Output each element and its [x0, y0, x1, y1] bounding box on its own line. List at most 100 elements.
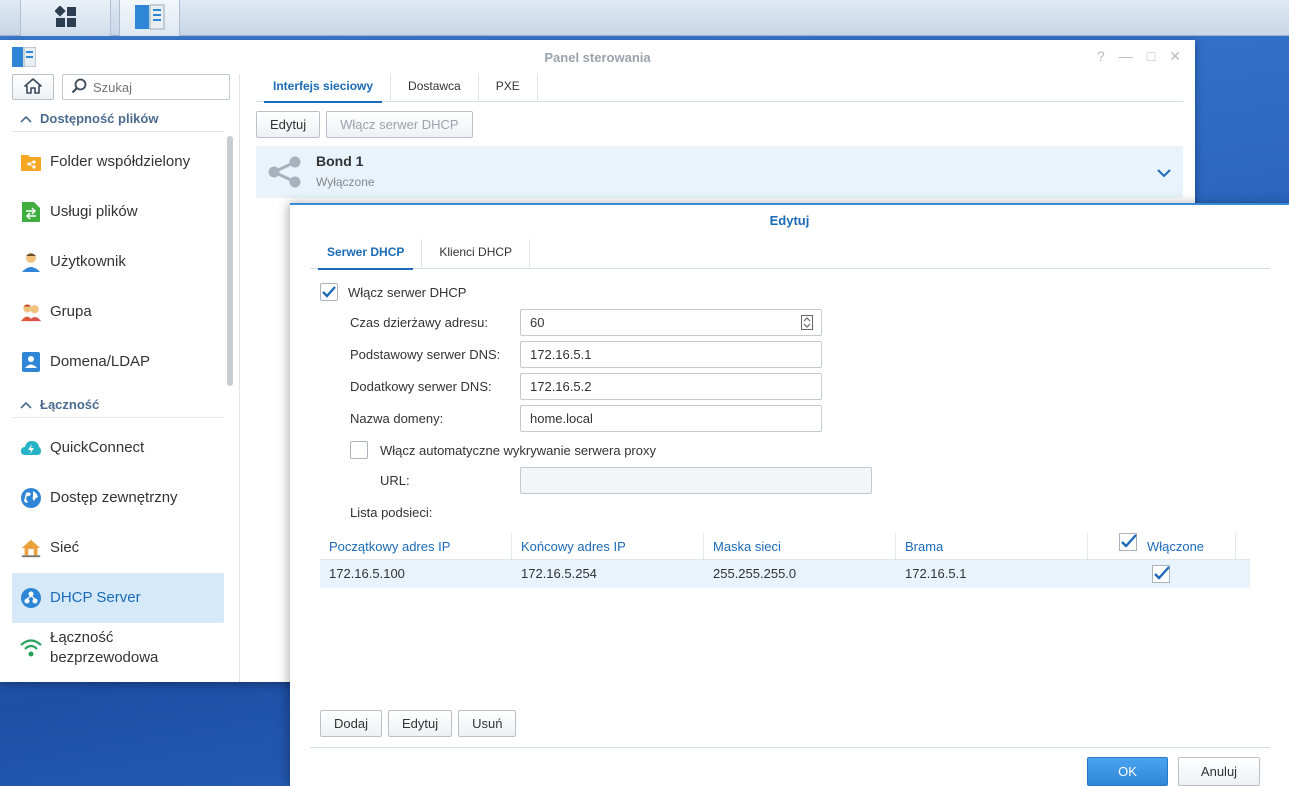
quickconnect-icon: [20, 437, 42, 459]
dialog-title: Edytuj: [769, 213, 810, 228]
url-field[interactable]: [520, 467, 872, 494]
tab-provider[interactable]: Dostawca: [391, 74, 479, 102]
control-panel-taskbar-button[interactable]: [119, 0, 180, 36]
sidebar: Dostępność plików Folder współdzielony U…: [0, 74, 240, 682]
tab-pxe[interactable]: PXE: [479, 74, 538, 102]
taskbar: [0, 0, 1289, 36]
maximize-icon[interactable]: □: [1147, 48, 1155, 65]
window-titlebar[interactable]: Panel sterowania ? — □ ✕: [0, 40, 1195, 74]
sidebar-item-dhcp-server[interactable]: DHCP Server: [12, 573, 224, 623]
sidebar-item-domain-ldap[interactable]: Domena/LDAP: [12, 337, 224, 387]
domain-icon: [20, 351, 42, 373]
section-file-access[interactable]: Dostępność plików: [12, 106, 224, 132]
col-netmask[interactable]: Maska sieci: [704, 533, 896, 559]
col-gateway[interactable]: Brama: [896, 533, 1088, 559]
dhcp-icon: [20, 587, 42, 609]
search-input[interactable]: [93, 79, 213, 95]
secondary-dns-field[interactable]: 172.16.5.2: [520, 373, 822, 400]
globe-icon: [20, 487, 42, 509]
window-controls: ? — □ ✕: [1097, 48, 1181, 65]
home-button[interactable]: [12, 74, 54, 100]
edit-dialog: Edytuj Serwer DHCP Klienci DHCP Włącz se…: [290, 203, 1289, 786]
chevron-down-icon[interactable]: [1157, 166, 1171, 181]
grid-action-buttons: Dodaj Edytuj Usuń: [320, 710, 517, 737]
primary-dns-value: 172.16.5.1: [530, 347, 592, 362]
sidebar-scrollbar[interactable]: [227, 136, 233, 386]
proxy-label: Włącz automatyczne wykrywanie serwera pr…: [380, 442, 656, 458]
sidebar-item-external-access[interactable]: Dostęp zewnętrzny: [12, 473, 224, 523]
sidebar-item-group[interactable]: Grupa: [12, 287, 224, 337]
primary-dns-field[interactable]: 172.16.5.1: [520, 341, 822, 368]
sidebar-item-shared-folder[interactable]: Folder współdzielony: [12, 137, 224, 187]
proxy-checkbox[interactable]: [350, 441, 368, 459]
chevron-up-icon: [20, 397, 32, 412]
sidebar-item-label: Łączność bezprzewodowa: [50, 628, 158, 668]
cancel-button[interactable]: Anuluj: [1178, 757, 1260, 786]
select-all-checkbox[interactable]: [1118, 532, 1139, 560]
sidebar-item-label: Użytkownik: [50, 253, 126, 270]
section-connectivity[interactable]: Łączność: [12, 392, 224, 418]
sidebar-item-label: Dostęp zewnętrzny: [50, 489, 178, 506]
home-icon: [24, 77, 42, 97]
tab-dhcp-server[interactable]: Serwer DHCP: [310, 239, 423, 270]
sidebar-item-quickconnect[interactable]: QuickConnect: [12, 423, 224, 473]
grid-header: Początkowy adres IP Końcowy adres IP Mas…: [320, 532, 1250, 560]
enable-dhcp-checkbox[interactable]: [320, 283, 338, 301]
main-menu-button[interactable]: [20, 0, 111, 36]
file-services-icon: [20, 201, 42, 223]
delete-button[interactable]: Usuń: [458, 710, 517, 737]
table-row[interactable]: 172.16.5.100 172.16.5.254 255.255.255.0 …: [320, 560, 1250, 588]
group-icon: [20, 301, 42, 323]
enable-dhcp-row: Włącz serwer DHCP: [320, 283, 466, 301]
url-label: URL:: [380, 473, 410, 488]
add-button[interactable]: Dodaj: [320, 710, 382, 737]
label-line-2: bezprzewodowa: [50, 649, 159, 666]
close-icon[interactable]: ✕: [1169, 48, 1181, 65]
share-icon: [268, 156, 302, 191]
search-icon: [71, 78, 87, 97]
sidebar-item-label: QuickConnect: [50, 439, 145, 456]
cell-gateway: 172.16.5.1: [905, 566, 967, 581]
sidebar-item-network[interactable]: Sieć: [12, 523, 224, 573]
col-end-ip[interactable]: Końcowy adres IP: [512, 533, 704, 559]
control-panel-icon: [134, 4, 166, 33]
col-enabled[interactable]: Włączone: [1088, 532, 1236, 560]
subnet-grid: Początkowy adres IP Końcowy adres IP Mas…: [320, 532, 1250, 588]
enable-dhcp-button[interactable]: Włącz serwer DHCP: [326, 111, 473, 138]
col-enabled-label: Włączone: [1146, 538, 1205, 554]
sidebar-item-file-services[interactable]: Usługi plików: [12, 187, 224, 237]
domain-label: Nazwa domeny:: [350, 411, 444, 426]
lease-label: Czas dzierżawy adresu:: [350, 315, 488, 330]
shared-folder-icon: [20, 151, 42, 173]
edit-button[interactable]: Edytuj: [256, 111, 321, 138]
sidebar-item-label: Usługi plików: [50, 203, 138, 220]
tab-dhcp-clients[interactable]: Klienci DHCP: [422, 239, 531, 269]
edit-subnet-button[interactable]: Edytuj: [387, 710, 453, 737]
minimize-icon[interactable]: —: [1119, 48, 1133, 65]
content-tabs: Interfejs sieciowy Dostawca PXE: [256, 74, 1183, 103]
col-start-ip[interactable]: Początkowy adres IP: [320, 533, 512, 559]
bond-status: Wyłączone: [316, 175, 375, 189]
help-icon[interactable]: ?: [1097, 48, 1105, 65]
window-title: Panel sterowania: [544, 50, 651, 65]
label-line-1: Łączność: [50, 629, 114, 646]
grid-menu-icon: [53, 4, 77, 31]
ok-button[interactable]: OK: [1087, 757, 1168, 786]
dialog-separator: [310, 747, 1270, 748]
tab-network-interface[interactable]: Interfejs sieciowy: [256, 74, 392, 103]
search-box[interactable]: [62, 74, 230, 100]
lease-time-field[interactable]: 60: [520, 309, 822, 336]
sidebar-item-wireless[interactable]: Łączność bezprzewodowa: [12, 623, 224, 673]
stepper-icon[interactable]: [801, 315, 813, 333]
checkmark-icon: [322, 286, 336, 298]
bond-row[interactable]: Bond 1 Wyłączone: [256, 146, 1183, 198]
cell-enabled-checkbox[interactable]: [1088, 560, 1236, 588]
sidebar-item-user[interactable]: Użytkownik: [12, 237, 224, 287]
lease-time-value: 60: [530, 315, 545, 330]
bond-name: Bond 1: [316, 153, 364, 169]
network-house-icon: [20, 537, 42, 559]
wifi-icon: [20, 637, 42, 659]
domain-name-field[interactable]: home.local: [520, 405, 822, 432]
dialog-tabs: Serwer DHCP Klienci DHCP: [310, 239, 1270, 270]
cell-end-ip: 172.16.5.254: [521, 566, 597, 581]
